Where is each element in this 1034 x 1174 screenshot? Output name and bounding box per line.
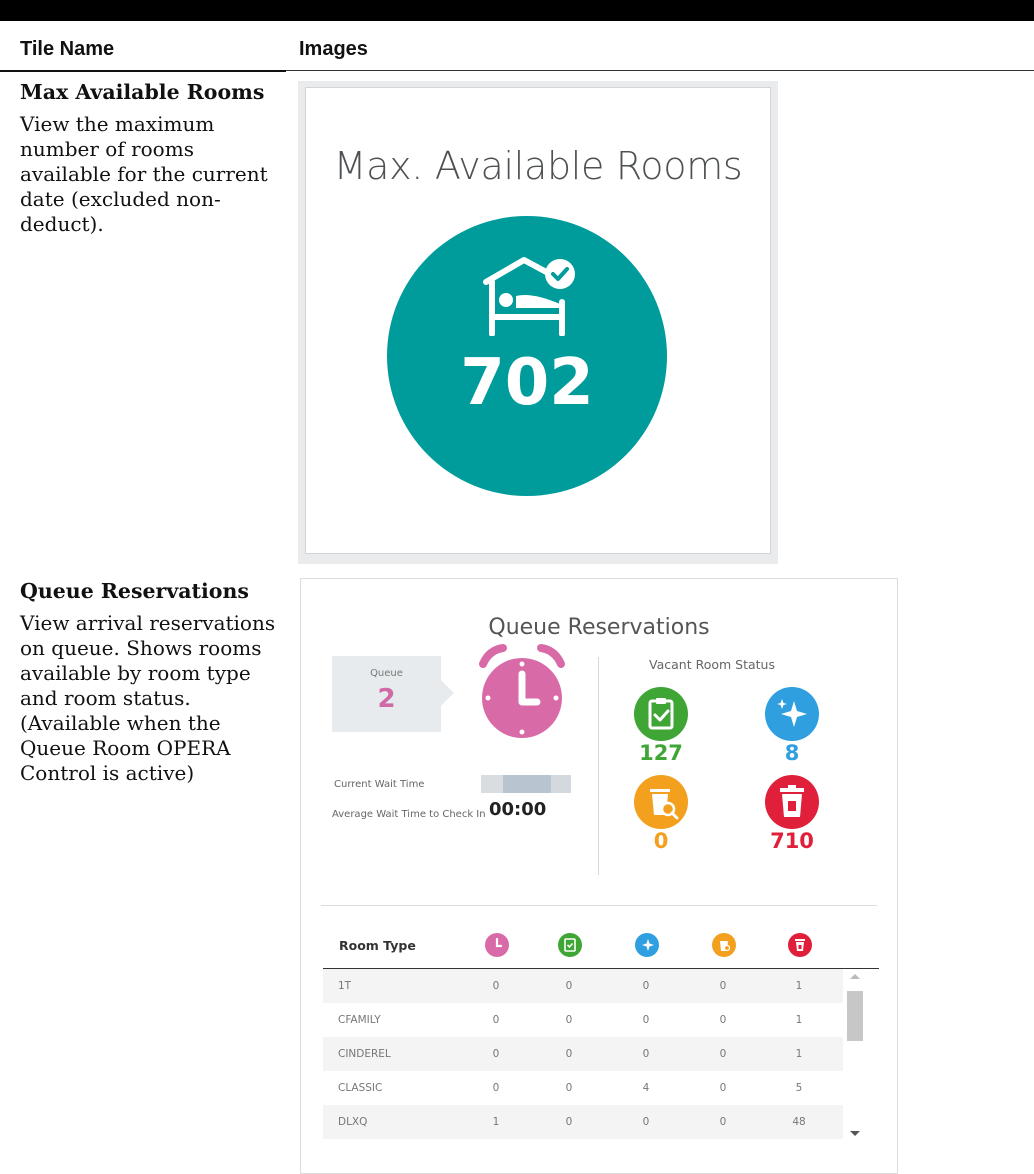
clean-count-cell: 0 <box>565 1082 573 1094</box>
pickup-count-cell: 0 <box>719 1082 727 1094</box>
queue-reservations-tile-image: Queue Reservations Queue 2 Current Wait … <box>300 578 898 1174</box>
alarm-clock-icon <box>485 933 509 957</box>
top-border <box>0 0 1034 21</box>
section-divider <box>321 905 877 906</box>
bed-check-icon <box>483 257 575 336</box>
room-type-cell: CINDEREL <box>338 1048 391 1060</box>
row-queue-reservations: Queue Reservations View arrival reservat… <box>20 579 288 786</box>
room-type-table-header: Room Type <box>323 925 879 969</box>
status-value-clean: 127 <box>639 741 683 765</box>
dirty-count-cell: 1 <box>795 980 803 992</box>
vacant-room-status-label: Vacant Room Status <box>649 657 775 672</box>
queue-count-cell: 1 <box>492 1116 500 1128</box>
current-wait-time-bar <box>481 775 571 793</box>
clean-count-cell: 0 <box>565 1014 573 1026</box>
room-type-cell: CLASSIC <box>338 1082 383 1094</box>
value-circle: 702 <box>387 216 667 496</box>
tile-title: Max. Available Rooms <box>333 144 743 188</box>
row-max-available-rooms: Max Available Rooms View the maximum num… <box>20 80 288 237</box>
scroll-up-arrow-icon[interactable] <box>850 974 860 979</box>
dirty-count-cell: 1 <box>795 1014 803 1026</box>
trash-icon <box>788 933 812 957</box>
pickup-count-cell: 0 <box>719 1014 727 1026</box>
inspected-count-cell: 0 <box>642 980 650 992</box>
room-type-cell: 1T <box>338 980 352 992</box>
room-type-cell: CFAMILY <box>338 1014 381 1026</box>
average-wait-time-label: Average Wait Time to Check In <box>332 809 486 820</box>
current-wait-time-label: Current Wait Time <box>334 779 425 790</box>
status-value-inspected: 8 <box>784 741 800 765</box>
trash-search-icon <box>712 933 736 957</box>
table-scrollbar[interactable] <box>844 969 866 1145</box>
tile-card: Max. Available Rooms 702 <box>305 87 771 554</box>
clipboard-check-icon <box>558 933 582 957</box>
queue-count-box: Queue 2 <box>332 656 454 732</box>
scroll-down-arrow-icon[interactable] <box>850 1131 860 1136</box>
alarm-clock-icon <box>479 644 565 738</box>
section-divider <box>598 657 599 875</box>
inspected-count-cell: 0 <box>642 1116 650 1128</box>
dirty-count-cell: 48 <box>792 1116 806 1128</box>
header-rule-bold <box>0 70 286 72</box>
sparkle-icon <box>635 933 659 957</box>
row-title: Max Available Rooms <box>20 80 265 104</box>
row-description: View the maximum number of rooms availab… <box>20 112 268 236</box>
trash-search-icon <box>634 775 688 829</box>
clean-count-cell: 0 <box>565 1048 573 1060</box>
queue-count-cell: 0 <box>492 1014 500 1026</box>
clean-count-cell: 0 <box>565 980 573 992</box>
row-description: View arrival reservations on queue. Show… <box>20 611 276 785</box>
table-row[interactable]: CLASSIC 0 0 4 0 5 <box>323 1071 843 1105</box>
pickup-count-cell: 0 <box>719 1048 727 1060</box>
status-value-pickup: 0 <box>653 829 669 853</box>
pickup-count-cell: 0 <box>719 980 727 992</box>
column-header-tile-name: Tile Name <box>20 38 115 60</box>
trash-icon <box>765 775 819 829</box>
room-type-header: Room Type <box>339 938 416 953</box>
tile-title: Queue Reservations <box>488 615 710 640</box>
queue-label: Queue <box>370 668 403 679</box>
pickup-count-cell: 0 <box>719 1116 727 1128</box>
dirty-count-cell: 1 <box>795 1048 803 1060</box>
table-row[interactable]: 1T 0 0 0 0 1 <box>323 969 843 1003</box>
clipboard-check-icon <box>634 687 688 741</box>
column-header-images: Images <box>299 38 368 60</box>
clean-count-cell: 0 <box>565 1116 573 1128</box>
max-available-rooms-tile-image: Max. Available Rooms 702 <box>298 81 778 564</box>
row-title: Queue Reservations <box>20 579 249 603</box>
dirty-count-cell: 5 <box>795 1082 803 1094</box>
queue-value: 2 <box>377 684 396 714</box>
inspected-count-cell: 0 <box>642 1048 650 1060</box>
queue-count-cell: 0 <box>492 980 500 992</box>
table-row[interactable]: CFAMILY 0 0 0 0 1 <box>323 1003 843 1037</box>
scrollbar-thumb[interactable] <box>847 991 863 1041</box>
inspected-count-cell: 0 <box>642 1014 650 1026</box>
table-row[interactable]: CINDEREL 0 0 0 0 1 <box>323 1037 843 1071</box>
queue-count-cell: 0 <box>492 1048 500 1060</box>
max-available-rooms-value: 702 <box>460 346 594 420</box>
sparkle-icon <box>765 687 819 741</box>
room-type-cell: DLXQ <box>338 1116 368 1128</box>
status-value-dirty: 710 <box>770 829 814 853</box>
queue-count-cell: 0 <box>492 1082 500 1094</box>
table-row[interactable]: DLXQ 1 0 0 0 48 <box>323 1105 843 1139</box>
average-wait-time-value: 00:00 <box>489 799 547 820</box>
room-type-table-body: 1T 0 0 0 0 1 CFAMILY 0 0 0 0 1 CINDEREL … <box>323 969 843 1139</box>
inspected-count-cell: 4 <box>642 1082 650 1094</box>
